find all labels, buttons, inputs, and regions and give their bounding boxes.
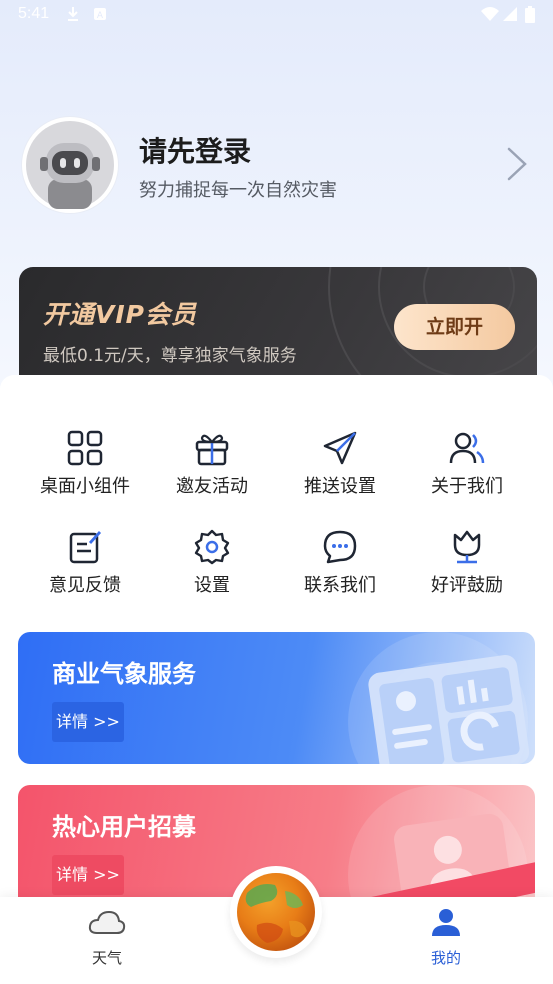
robot-avatar-icon	[26, 121, 114, 209]
banner-details-button[interactable]: 详情 >>	[52, 702, 124, 742]
cloud-icon	[88, 910, 126, 934]
grid-label: 桌面小组件	[40, 476, 130, 497]
grid-item-push[interactable]: 推送设置	[275, 430, 405, 498]
tab-mine[interactable]: 我的	[406, 907, 486, 968]
grid-label: 邀友活动	[176, 476, 248, 497]
login-title[interactable]: 请先登录	[139, 130, 251, 170]
svg-text:A: A	[97, 11, 104, 21]
globe-icon	[237, 873, 315, 951]
notification-icon: A	[94, 8, 106, 21]
grid-item-contact[interactable]: 联系我们	[275, 529, 405, 597]
vip-open-button[interactable]: 立即开	[394, 304, 515, 350]
grid-item-about[interactable]: 关于我们	[402, 430, 532, 498]
banner-title: 商业气象服务	[52, 660, 196, 688]
signal-icon	[503, 7, 517, 21]
vip-card[interactable]: 开通VIP会员 最低0.1元/天，尊享独家气象服务 立即开	[19, 267, 537, 379]
banner-details-button[interactable]: 详情 >>	[52, 855, 124, 895]
grid-label: 联系我们	[304, 575, 376, 596]
tab-weather-label: 天气	[91, 949, 122, 967]
globe-center-button[interactable]	[230, 866, 322, 958]
feedback-icon	[69, 531, 102, 564]
avatar[interactable]	[22, 117, 118, 213]
grid-item-widgets[interactable]: 桌面小组件	[20, 430, 150, 498]
grid-item-invite[interactable]: 邀友活动	[147, 430, 277, 498]
download-icon	[68, 7, 78, 21]
grid-item-rate[interactable]: 好评鼓励	[402, 529, 532, 597]
grid-item-feedback[interactable]: 意见反馈	[20, 529, 150, 597]
dashboard-illustration	[348, 632, 530, 764]
status-time: 5:41	[18, 5, 50, 22]
user-profile-icon	[432, 909, 460, 936]
vip-subtitle: 最低0.1元/天，尊享独家气象服务	[43, 346, 297, 366]
gear-icon	[194, 529, 230, 565]
banner-title: 热心用户招募	[52, 813, 196, 841]
tab-weather[interactable]: 天气	[67, 907, 147, 968]
chat-icon	[323, 530, 357, 564]
grid-item-settings[interactable]: 设置	[147, 529, 277, 597]
tab-mine-label: 我的	[430, 949, 461, 967]
grid-label: 推送设置	[304, 476, 376, 497]
widgets-icon	[67, 430, 103, 466]
users-icon	[449, 432, 485, 464]
grid-label: 意见反馈	[49, 575, 121, 596]
profile-subtitle: 努力捕捉每一次自然灾害	[139, 180, 337, 201]
chevron-right-icon[interactable]	[505, 146, 529, 182]
grid-label: 关于我们	[431, 476, 503, 497]
grid-label: 好评鼓励	[431, 575, 503, 596]
send-icon	[323, 431, 357, 465]
commercial-weather-banner[interactable]: 商业气象服务 详情 >>	[18, 632, 535, 764]
wifi-icon	[481, 7, 499, 21]
tulip-icon	[453, 530, 481, 564]
battery-icon	[525, 6, 535, 23]
gift-icon	[195, 434, 229, 466]
vip-title: 开通VIP会员	[43, 300, 197, 329]
status-bar: 5:41 A	[0, 0, 553, 30]
grid-label: 设置	[194, 575, 230, 596]
